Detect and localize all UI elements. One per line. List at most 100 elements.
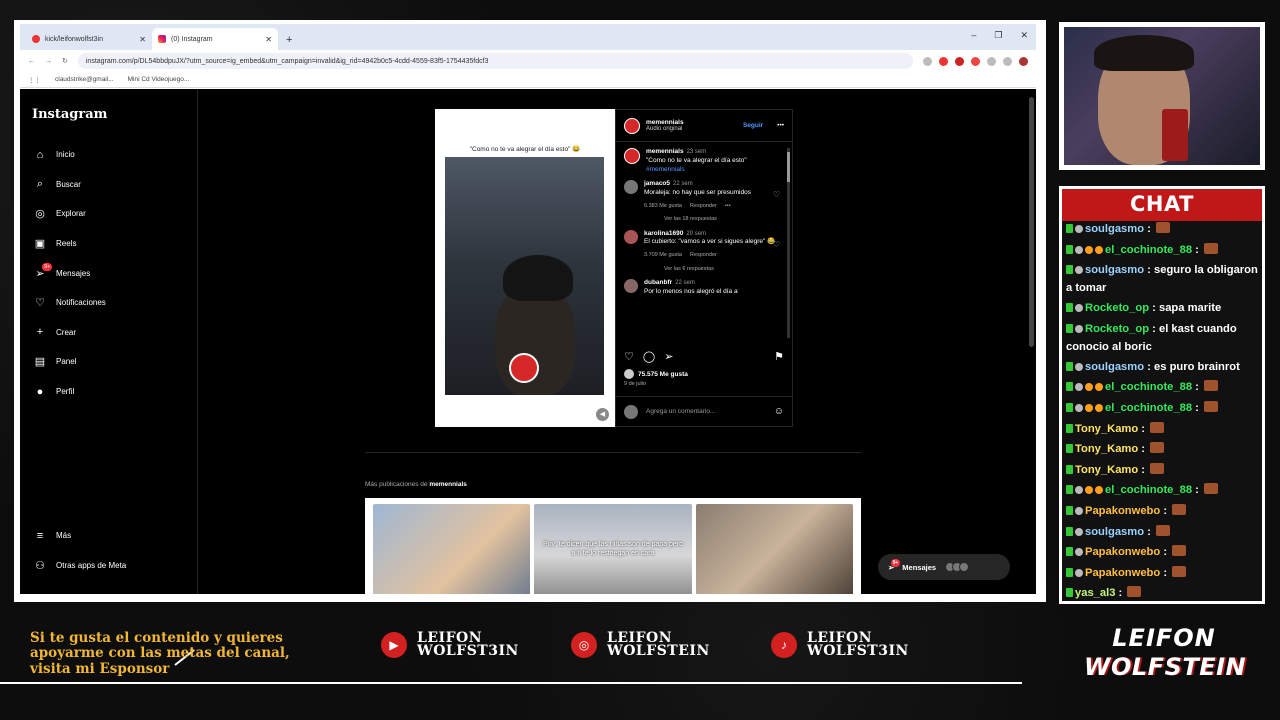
tab-strip: kick/leifonwolfst3in ✕ (0) Instagram ✕ +… bbox=[20, 24, 1036, 50]
audio-label[interactable]: Audio original bbox=[646, 126, 684, 132]
chat-username[interactable]: Tony_Kamo bbox=[1075, 464, 1138, 476]
avatar[interactable] bbox=[624, 180, 638, 195]
post-author[interactable]: memennials bbox=[646, 119, 684, 126]
extension-icon[interactable] bbox=[987, 56, 996, 66]
comment-user[interactable]: karolina1690 bbox=[644, 230, 683, 237]
tab-instagram[interactable]: (0) Instagram ✕ bbox=[152, 28, 278, 50]
chat-username[interactable]: soulgasmo bbox=[1085, 526, 1144, 538]
more-posts-user[interactable]: memennials bbox=[429, 481, 467, 488]
chat-badge-icon bbox=[1066, 402, 1073, 412]
extension-icon[interactable] bbox=[923, 56, 932, 66]
nav-item-reels[interactable]: ▣ Reels bbox=[20, 229, 197, 259]
chat-username[interactable]: yas_al3 bbox=[1075, 587, 1115, 599]
hashtag-link[interactable]: #memennials bbox=[646, 166, 685, 173]
social-line: WOLFSTEIN bbox=[607, 643, 710, 659]
chat-username[interactable]: soulgasmo bbox=[1085, 361, 1144, 373]
notification-badge: 9+ bbox=[42, 263, 52, 272]
streamer-hair bbox=[1094, 35, 1194, 71]
extension-icon[interactable] bbox=[955, 56, 964, 66]
chat-username[interactable]: soulgasmo bbox=[1085, 223, 1144, 235]
reload-icon[interactable]: ↻ bbox=[62, 57, 68, 65]
chat-username[interactable]: Rocketo_op bbox=[1085, 323, 1149, 335]
post-thumbnail[interactable] bbox=[373, 504, 531, 594]
messages-pill[interactable]: ➢ 9+ Mensajes bbox=[878, 554, 1010, 580]
like-comment-icon[interactable]: ♡ bbox=[773, 240, 780, 249]
emoji-icon[interactable]: ☺ bbox=[774, 406, 784, 417]
chat-username[interactable]: Rocketo_op bbox=[1085, 302, 1149, 314]
chat-username[interactable]: Papakonwebo bbox=[1085, 567, 1160, 579]
chat-username[interactable]: el_cochinote_88 bbox=[1105, 402, 1192, 414]
tab-kick[interactable]: kick/leifonwolfst3in ✕ bbox=[26, 28, 152, 50]
comment-user[interactable]: memennials bbox=[646, 148, 684, 155]
close-icon[interactable]: ✕ bbox=[265, 35, 272, 44]
post-thumbnail[interactable]: Pov: te dicen que las niñas son de papá … bbox=[534, 504, 692, 594]
likes-count[interactable]: 75.575 Me gusta bbox=[624, 369, 688, 379]
follow-button[interactable]: Seguir bbox=[743, 122, 763, 129]
chat-username[interactable]: el_cochinote_88 bbox=[1105, 381, 1192, 393]
avatar[interactable] bbox=[624, 279, 638, 294]
nav-item-perfil[interactable]: ● Perfil bbox=[20, 377, 197, 407]
nav-item-explorar[interactable]: ◎ Explorar bbox=[20, 199, 197, 229]
chat-username[interactable]: Papakonwebo bbox=[1085, 546, 1160, 558]
comment-input[interactable]: Agrega un comentario... bbox=[646, 408, 715, 415]
mute-icon[interactable]: ◀ bbox=[596, 408, 609, 421]
address-bar[interactable]: instagram.com/p/DL54bbdpuJX/?utm_source=… bbox=[77, 53, 913, 69]
chat-badge-icon bbox=[1075, 486, 1083, 495]
comment-user[interactable]: dubanbfr bbox=[644, 279, 672, 286]
view-replies-button[interactable]: Ver las 6 respuestas bbox=[664, 266, 784, 273]
chat-username[interactable]: Papakonwebo bbox=[1085, 505, 1160, 517]
social-instagram: ◎ LEIFON WOLFSTEIN bbox=[571, 631, 710, 659]
back-icon[interactable]: ← bbox=[28, 58, 35, 65]
nav-item-meta-apps[interactable]: ⚇ Otras apps de Meta bbox=[20, 550, 197, 580]
instagram-logo[interactable]: Instagram bbox=[20, 107, 197, 122]
restore-icon[interactable]: ❐ bbox=[994, 30, 1002, 41]
close-icon[interactable]: ✕ bbox=[139, 35, 146, 44]
avatar[interactable] bbox=[624, 148, 640, 164]
like-icon[interactable]: ♡ bbox=[624, 350, 634, 363]
extension-icon[interactable] bbox=[939, 56, 948, 66]
chat-username[interactable]: el_cochinote_88 bbox=[1105, 244, 1192, 256]
comment-icon[interactable]: ◯ bbox=[643, 350, 655, 363]
home-icon: ⌂ bbox=[36, 148, 44, 161]
close-window-icon[interactable]: ✕ bbox=[1020, 30, 1028, 41]
apps-icon[interactable]: ⋮⋮ bbox=[28, 76, 41, 84]
new-tab-button[interactable]: + bbox=[278, 34, 300, 50]
more-posts-heading: Más publicaciones de memennials bbox=[365, 481, 467, 488]
page-scrollbar[interactable] bbox=[1029, 97, 1034, 347]
view-replies-button[interactable]: Ver las 18 respuestas bbox=[664, 216, 784, 223]
more-options-icon[interactable]: ••• bbox=[777, 122, 784, 129]
minimize-icon[interactable]: – bbox=[971, 30, 976, 41]
comment-user[interactable]: jamaco5 bbox=[644, 180, 670, 187]
avatar[interactable] bbox=[624, 117, 640, 134]
post-video[interactable] bbox=[445, 157, 604, 395]
profile-avatar-icon[interactable] bbox=[1019, 56, 1028, 66]
nav-item-mensajes[interactable]: ➢ 9+ Mensajes bbox=[20, 258, 197, 288]
bookmark-item[interactable]: claudstrike@gmail... bbox=[55, 76, 114, 83]
comments-scrollbar[interactable] bbox=[787, 148, 790, 338]
chat-username[interactable]: Tony_Kamo bbox=[1075, 443, 1138, 455]
chat-username[interactable]: Tony_Kamo bbox=[1075, 423, 1138, 435]
share-icon[interactable]: ➢ bbox=[664, 350, 673, 363]
nav-item-mas[interactable]: ≡ Más bbox=[20, 521, 197, 551]
forward-icon[interactable]: → bbox=[45, 58, 52, 65]
reply-button[interactable]: Responder bbox=[690, 252, 717, 259]
bookmark-item[interactable]: Mini Cd Videojuego... bbox=[128, 76, 190, 83]
chat-username[interactable]: soulgasmo bbox=[1085, 264, 1144, 276]
post-thumbnail[interactable] bbox=[695, 504, 853, 594]
bookmark-icon[interactable]: ⚑ bbox=[774, 350, 784, 363]
nav-item-buscar[interactable]: ⌕ Buscar bbox=[20, 170, 197, 200]
chat-badge-icon bbox=[1095, 383, 1103, 392]
extension-icon[interactable] bbox=[971, 56, 980, 66]
nav-item-notificaciones[interactable]: ♡ Notificaciones bbox=[20, 288, 197, 318]
nav-item-crear[interactable]: + Crear bbox=[20, 318, 197, 348]
chat-username[interactable]: el_cochinote_88 bbox=[1105, 484, 1192, 496]
more-options-icon[interactable]: ••• bbox=[725, 203, 731, 210]
nav-item-panel[interactable]: ▤ Panel bbox=[20, 347, 197, 377]
avatar[interactable] bbox=[624, 229, 638, 244]
extension-icon[interactable] bbox=[1003, 56, 1012, 66]
nav-item-inicio[interactable]: ⌂ Inicio bbox=[20, 140, 197, 170]
chat-badge-icon bbox=[1066, 567, 1073, 577]
like-comment-icon[interactable]: ♡ bbox=[773, 190, 780, 199]
chat-badge-icon bbox=[1066, 244, 1073, 254]
reply-button[interactable]: Responder bbox=[690, 203, 717, 210]
